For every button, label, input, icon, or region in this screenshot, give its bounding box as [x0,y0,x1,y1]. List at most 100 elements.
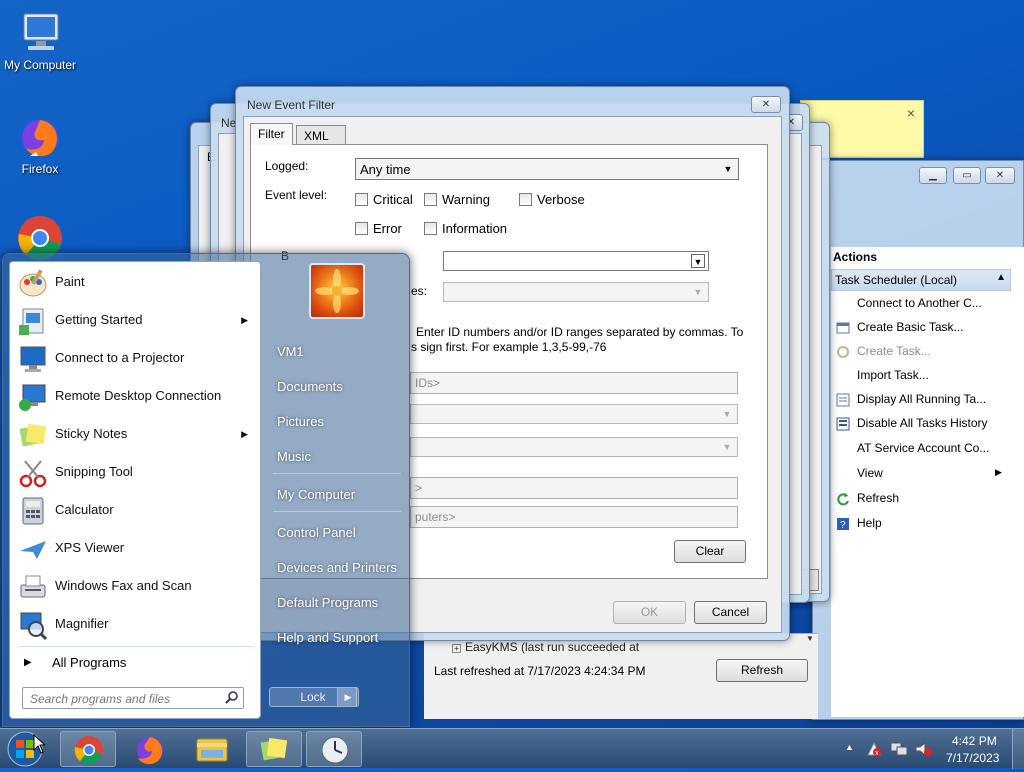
taskbar-sticky-notes[interactable] [246,731,302,767]
program-snipping-tool[interactable]: Snipping Tool [14,454,258,490]
warning-checkbox[interactable] [424,193,437,206]
program-label: Connect to a Projector [55,350,185,365]
program-xps-viewer[interactable]: XPS Viewer [14,530,258,566]
show-hidden-icons[interactable]: ▲ [845,742,854,752]
places-devices-printers[interactable]: Devices and Printers [277,560,397,575]
last-refreshed-text: Last refreshed at 7/17/2023 4:24:34 PM [434,664,646,678]
ok-button[interactable]: OK [613,601,686,624]
divider [273,511,401,512]
cancel-button[interactable]: Cancel [694,601,767,624]
action-at-service[interactable]: AT Service Account Co... [857,441,989,455]
xps-viewer-icon [17,533,49,565]
places-my-computer[interactable]: My Computer [277,487,355,502]
user-input[interactable]: > [410,477,738,499]
firefox-icon [16,112,64,160]
program-label: Sticky Notes [55,426,128,441]
taskbar-explorer[interactable] [184,731,240,767]
program-paint[interactable]: Paint [14,264,258,300]
submenu-arrow-icon: ▶ [241,429,248,439]
action-center-icon[interactable]: x [866,741,882,760]
scroll-down-icon[interactable]: ▼ [806,634,814,643]
tree-item[interactable]: + EasyKMS (last run succeeded at [452,640,639,654]
close-button[interactable]: ✕ [751,96,781,113]
svg-text:?: ? [840,520,846,531]
collapse-icon[interactable]: ▲ [996,272,1006,283]
places-vm1[interactable]: VM1 [277,344,304,359]
program-label: Getting Started [55,312,143,327]
desktop-icon-firefox[interactable]: Firefox [0,112,80,176]
program-remote-desktop[interactable]: Remote Desktop Connection [14,378,258,414]
logged-dropdown[interactable]: Any time ▼ [355,158,739,180]
tab-filter[interactable]: Filter [250,123,293,145]
error-label: Error [373,221,402,236]
critical-checkbox[interactable] [355,193,368,206]
search-icon[interactable] [225,690,239,707]
dropdown-arrow-icon: ▼ [722,409,732,419]
minimize-button[interactable]: ▁ [919,167,947,184]
action-create-basic-task[interactable]: Create Basic Task... [857,320,964,334]
program-calculator[interactable]: Calculator [14,492,258,528]
calculator-icon [17,495,49,527]
verbose-checkbox[interactable] [519,193,532,206]
actions-section-header[interactable]: Task Scheduler (Local) ▲ [831,269,1011,291]
places-control-panel[interactable]: Control Panel [277,525,356,540]
program-fax-scan[interactable]: Windows Fax and Scan [14,568,258,604]
error-checkbox[interactable] [355,222,368,235]
action-connect[interactable]: Connect to Another C... [857,296,982,310]
event-ids-input[interactable]: IDs> [410,372,738,394]
maximize-button[interactable]: ▭ [953,167,981,184]
places-default-programs[interactable]: Default Programs [277,595,378,610]
all-programs-button[interactable]: ▶ All Programs [18,651,256,675]
magnifier-icon [17,609,49,641]
action-help[interactable]: Help [857,516,882,530]
expand-icon[interactable]: + [452,644,461,653]
program-label: Snipping Tool [55,464,133,479]
taskbar-firefox[interactable] [122,731,178,767]
volume-icon[interactable] [914,741,932,760]
places-help-support[interactable]: Help and Support [277,630,378,645]
places-pictures[interactable]: Pictures [277,414,324,429]
action-import-task[interactable]: Import Task... [857,368,929,382]
avatar[interactable] [309,263,365,319]
taskbar-task-scheduler[interactable] [306,731,362,767]
computers-input[interactable]: puters> [410,506,738,528]
start-menu: Paint Getting Started ▶ Connect to a Pro… [2,253,410,727]
program-projector[interactable]: Connect to a Projector [14,340,258,376]
action-display-running[interactable]: Display All Running Ta... [857,392,986,406]
computer-icon [16,8,64,56]
clock-time[interactable]: 4:42 PM [952,734,997,748]
logged-value: Any time [360,162,411,177]
program-sticky-notes[interactable]: Sticky Notes ▶ [14,416,258,452]
close-icon[interactable]: × [907,105,915,121]
information-checkbox[interactable] [424,222,437,235]
desktop-icon-my-computer[interactable]: My Computer [0,8,80,72]
clear-button[interactable]: Clear [674,540,746,563]
places-documents[interactable]: Documents [277,379,343,394]
action-view[interactable]: View [857,466,883,480]
search-input[interactable]: Search programs and files [22,687,244,709]
program-magnifier[interactable]: Magnifier [14,606,258,642]
refresh-button[interactable]: Refresh [716,659,808,682]
action-create-task[interactable]: Create Task... [857,344,931,358]
shutdown-options-button[interactable]: ▶ [337,687,359,707]
keywords-dropdown[interactable]: ▼ [410,437,738,457]
clock-date[interactable]: 7/17/2023 [946,751,999,765]
close-button[interactable]: ✕ [985,167,1015,184]
program-label: XPS Viewer [55,540,125,555]
logged-label: Logged: [265,159,309,173]
places-music[interactable]: Music [277,449,311,464]
running-tasks-icon [836,393,850,407]
event-sources-dropdown[interactable]: ▼ [443,282,709,302]
action-refresh[interactable]: Refresh [857,491,899,505]
task-category-dropdown[interactable]: ▼ [410,404,738,424]
event-logs-dropdown[interactable]: ▼ [443,251,709,271]
program-getting-started[interactable]: Getting Started ▶ [14,302,258,338]
tab-xml[interactable]: XML [296,125,346,145]
action-disable-history[interactable]: Disable All Tasks History [857,416,988,430]
network-icon[interactable] [890,741,908,760]
actions-pane: Actions Task Scheduler (Local) ▲ [831,247,1024,717]
dropdown-arrow-icon: ▼ [723,164,733,174]
taskbar-chrome[interactable] [60,731,116,767]
start-menu-programs-pane: Paint Getting Started ▶ Connect to a Pro… [9,261,261,719]
show-desktop-button[interactable] [1012,729,1024,769]
